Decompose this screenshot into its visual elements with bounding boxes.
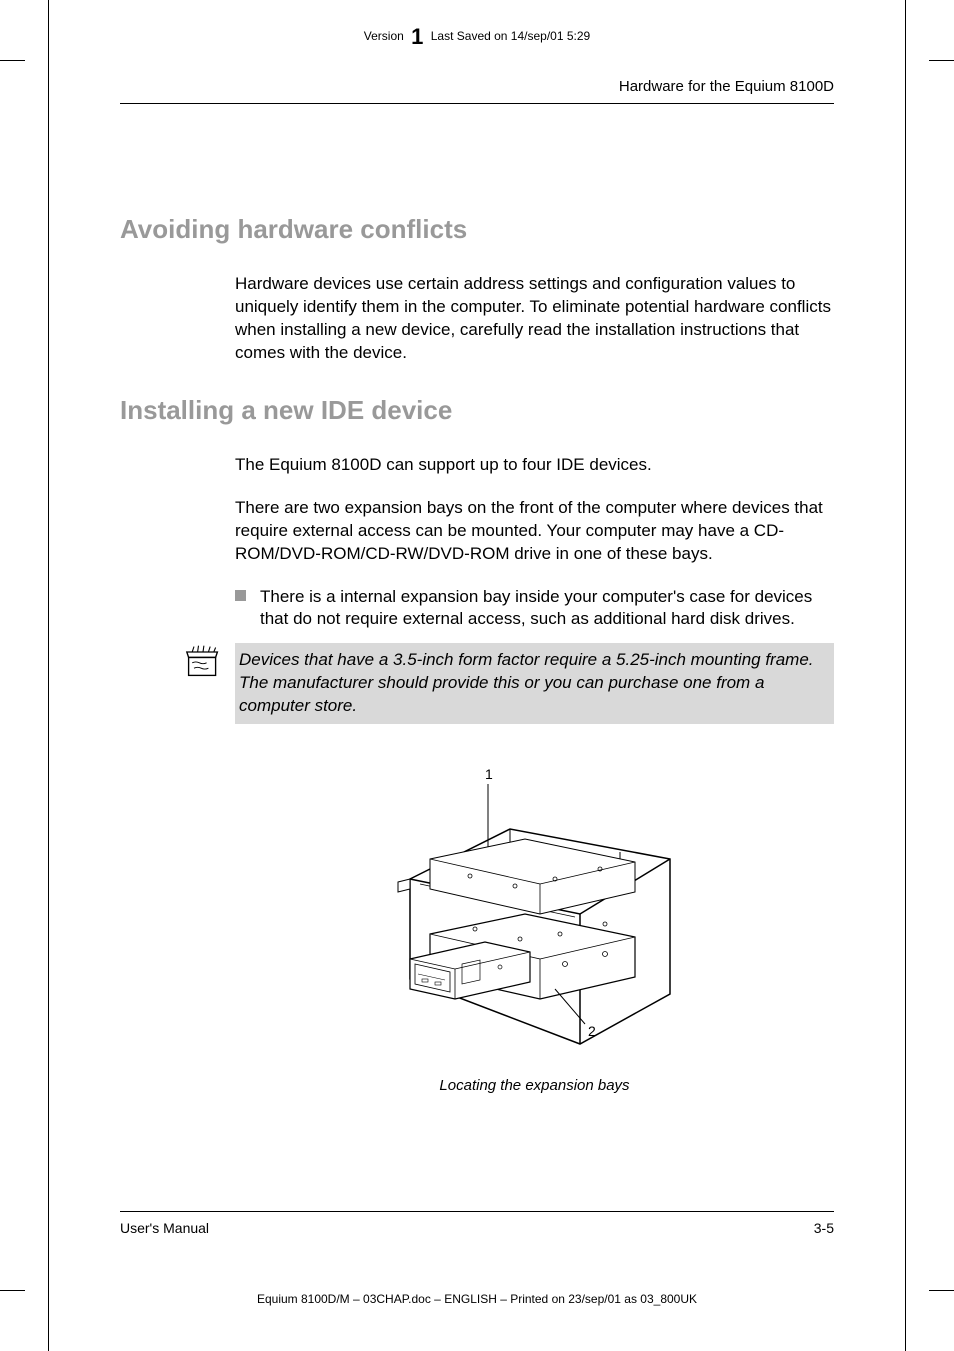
page-footer: User's Manual 3-5 — [120, 1211, 834, 1236]
note-box: Devices that have a 3.5-inch form factor… — [235, 643, 834, 724]
crop-mark — [929, 1290, 954, 1291]
crop-mark — [929, 60, 954, 61]
figure-area: 1 — [235, 764, 834, 1094]
body-paragraph: There are two expansion bays on the fron… — [235, 497, 834, 566]
body-paragraph: Hardware devices use certain address set… — [235, 273, 834, 365]
footer-right: 3-5 — [814, 1220, 834, 1236]
crop-mark — [0, 60, 25, 61]
crop-mark — [0, 1290, 25, 1291]
proof-header: Version 1 Last Saved on 14/sep/01 5:29 — [0, 24, 954, 50]
running-header: Hardware for the Equium 8100D — [120, 78, 834, 104]
version-number: 1 — [411, 24, 423, 49]
section-heading-installing: Installing a new IDE device — [120, 395, 834, 426]
expansion-bays-diagram: 1 — [380, 764, 690, 1054]
bullet-square-icon — [235, 590, 246, 601]
callout-label-1: 1 — [485, 766, 493, 782]
footer-left: User's Manual — [120, 1220, 209, 1236]
saved-text: Last Saved on 14/sep/01 5:29 — [431, 29, 590, 43]
body-paragraph: The Equium 8100D can support up to four … — [235, 454, 834, 477]
figure-caption: Locating the expansion bays — [235, 1077, 834, 1094]
print-footer: Equium 8100D/M – 03CHAP.doc – ENGLISH – … — [0, 1292, 954, 1306]
bullet-item: There is a internal expansion bay inside… — [235, 586, 834, 632]
callout-label-2: 2 — [588, 1023, 596, 1039]
section-heading-avoiding: Avoiding hardware conflicts — [120, 214, 834, 245]
version-label: Version — [364, 29, 404, 43]
trim-line — [905, 0, 906, 1351]
note-box-icon — [185, 643, 221, 679]
trim-line — [48, 0, 49, 1351]
bullet-text: There is a internal expansion bay inside… — [260, 586, 834, 632]
page-content: Hardware for the Equium 8100D Avoiding h… — [120, 78, 834, 1094]
note-text: Devices that have a 3.5-inch form factor… — [239, 650, 814, 715]
